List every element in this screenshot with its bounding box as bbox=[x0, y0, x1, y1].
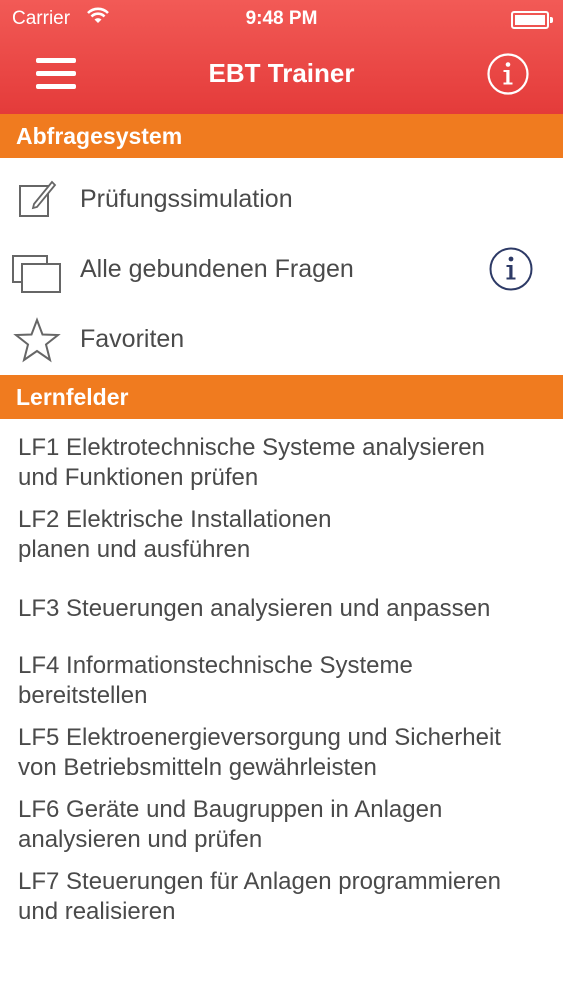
lernfeld-line2: planen und ausführen bbox=[18, 536, 251, 563]
lernfeld-line1: LF4 Informationstechnische Systeme bbox=[18, 652, 413, 679]
lernfeld-line1: LF5 Elektroenergieversorgung und Sicherh… bbox=[18, 724, 501, 751]
lernfeld-item-lf6[interactable]: LF6 Geräte und Baugruppen in Anlagen ana… bbox=[18, 795, 558, 855]
info-icon bbox=[487, 53, 529, 95]
lernfeld-item-lf7[interactable]: LF7 Steuerungen für Anlagen programmiere… bbox=[18, 867, 558, 927]
app-title: EBT Trainer bbox=[208, 58, 355, 88]
stack-icon bbox=[12, 255, 61, 293]
battery-icon bbox=[511, 11, 553, 29]
lernfeld-line1: LF3 Steuerungen analysieren und anpassen bbox=[18, 595, 491, 622]
lernfeld-line1: LF7 Steuerungen für Anlagen programmiere… bbox=[18, 868, 501, 895]
navigation-bar: EBT Trainer bbox=[0, 38, 563, 114]
lernfeld-line2: und realisieren bbox=[18, 898, 176, 925]
lernfeld-line2: analysieren und prüfen bbox=[18, 826, 263, 853]
questions-info-button[interactable] bbox=[488, 246, 534, 292]
lernfeld-line2: von Betriebsmitteln gewährleisten bbox=[18, 754, 377, 781]
lernfeld-line2: und Funktionen prüfen bbox=[18, 464, 259, 491]
menu-item-favoriten[interactable]: Favoriten bbox=[0, 304, 563, 374]
lernfeld-item-lf1[interactable]: LF1 Elektrotechnische Systeme analysiere… bbox=[18, 433, 558, 493]
edit-icon bbox=[19, 180, 57, 217]
lernfeld-line1: LF1 Elektrotechnische Systeme analysiere… bbox=[18, 434, 485, 461]
section-header-abfragesystem: Abfragesystem bbox=[0, 114, 563, 158]
top-bar: Carrier 9:48 PM EBT Trainer bbox=[0, 0, 563, 114]
menu-item-label: Prüfungssimulation bbox=[80, 185, 293, 213]
lernfeld-line1: LF2 Elektrische Installationen bbox=[18, 506, 332, 533]
star-icon bbox=[13, 317, 61, 363]
status-time: 9:48 PM bbox=[245, 8, 318, 29]
menu-item-alle-gebundenen-fragen[interactable]: Alle gebundenen Fragen bbox=[0, 234, 563, 304]
section-header-lernfelder: Lernfelder bbox=[0, 375, 563, 419]
lernfeld-item-lf2[interactable]: LF2 Elektrische Installationen planen un… bbox=[18, 505, 558, 565]
lernfeld-item-lf5[interactable]: LF5 Elektroenergieversorgung und Sicherh… bbox=[18, 723, 558, 783]
status-bar: Carrier 9:48 PM bbox=[0, 0, 563, 38]
info-button[interactable] bbox=[486, 52, 530, 96]
lernfeld-item-lf3[interactable]: LF3 Steuerungen analysieren und anpassen bbox=[18, 594, 558, 624]
lernfeld-item-lf4[interactable]: LF4 Informationstechnische Systeme berei… bbox=[18, 651, 558, 711]
menu-item-label: Favoriten bbox=[80, 325, 185, 353]
lernfeld-line1: LF6 Geräte und Baugruppen in Anlagen bbox=[18, 796, 443, 823]
info-icon bbox=[489, 247, 533, 291]
menu-item-label: Alle gebundenen Fragen bbox=[80, 255, 354, 283]
lernfeld-line2: bereitstellen bbox=[18, 682, 148, 709]
menu-item-pruefungssimulation[interactable]: Prüfungssimulation bbox=[0, 164, 563, 234]
